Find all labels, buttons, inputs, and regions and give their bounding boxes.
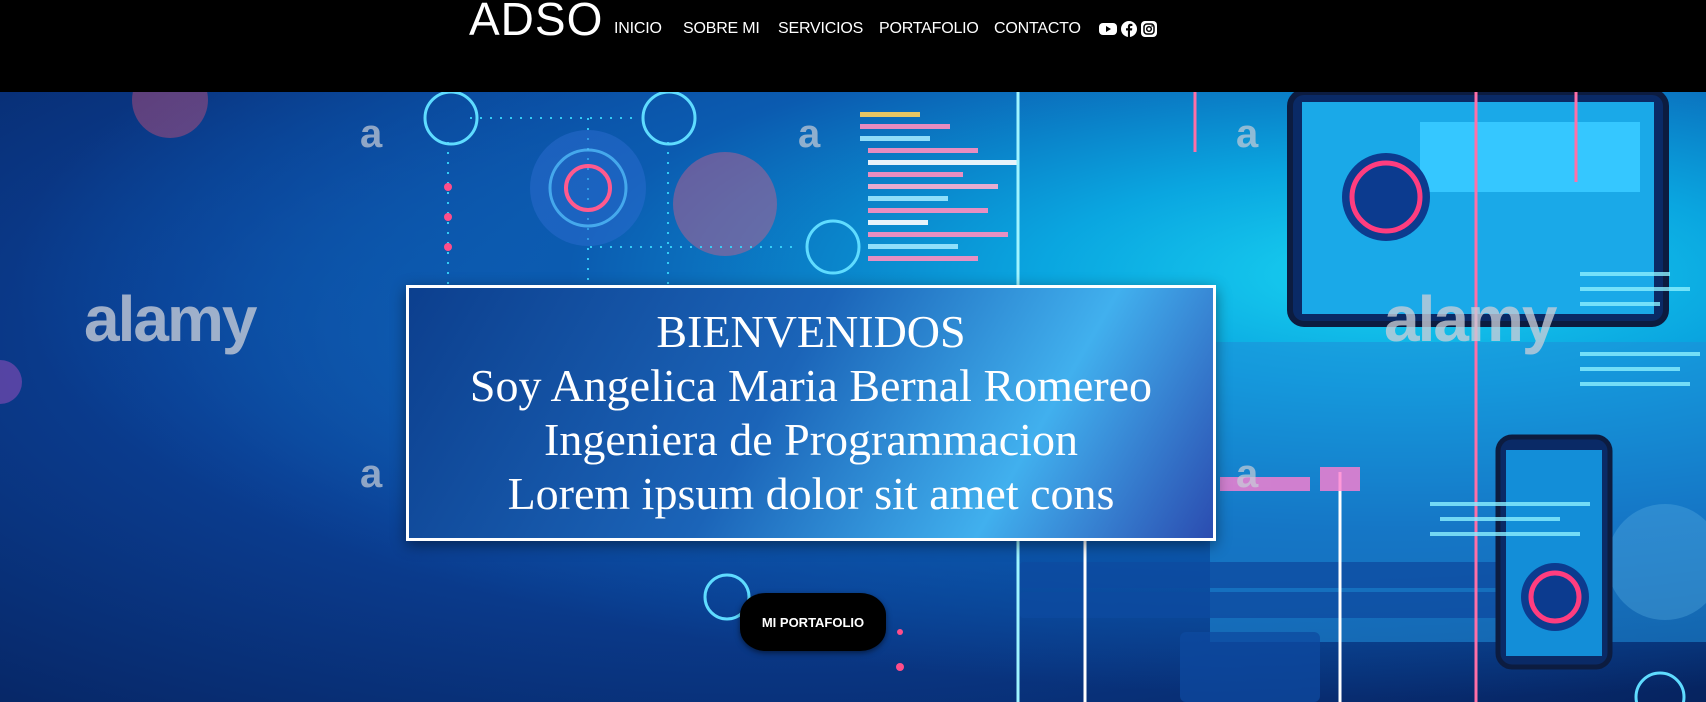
watermark-mark: a: [360, 452, 383, 496]
nav-link-sobre-mi[interactable]: SOBRE MI: [683, 20, 760, 38]
watermark-mark: a: [1236, 452, 1259, 496]
portfolio-button[interactable]: MI PORTAFOLIO: [740, 593, 886, 651]
watermark-mark: a: [1236, 112, 1259, 156]
site-logo[interactable]: ADSO: [469, 0, 603, 46]
nav-link-portafolio[interactable]: PORTAFOLIO: [879, 20, 979, 38]
welcome-card: BIENVENIDOS Soy Angelica Maria Bernal Ro…: [406, 285, 1216, 541]
watermark: alamy: [1384, 283, 1557, 355]
top-navbar: ADSO INICIO SOBRE MI SERVICIOS PORTAFOLI…: [0, 0, 1706, 92]
nav-link-contacto[interactable]: CONTACTO: [994, 20, 1081, 38]
watermark: alamy: [84, 283, 257, 355]
welcome-name: Soy Angelica Maria Bernal Romereo: [469, 360, 1153, 411]
watermark-mark: a: [798, 112, 821, 156]
facebook-icon[interactable]: [1121, 21, 1137, 37]
instagram-icon[interactable]: [1141, 21, 1157, 37]
nav-link-inicio[interactable]: INICIO: [614, 20, 662, 38]
welcome-role: Ingeniera de Programmacion: [544, 414, 1078, 465]
nav-link-servicios[interactable]: SERVICIOS: [778, 20, 863, 38]
welcome-heading: BIENVENIDOS: [656, 306, 966, 357]
youtube-icon[interactable]: [1099, 21, 1117, 37]
welcome-tagline: Lorem ipsum dolor sit amet cons: [507, 468, 1115, 519]
social-links: [1099, 21, 1157, 37]
watermark-mark: a: [360, 112, 383, 156]
